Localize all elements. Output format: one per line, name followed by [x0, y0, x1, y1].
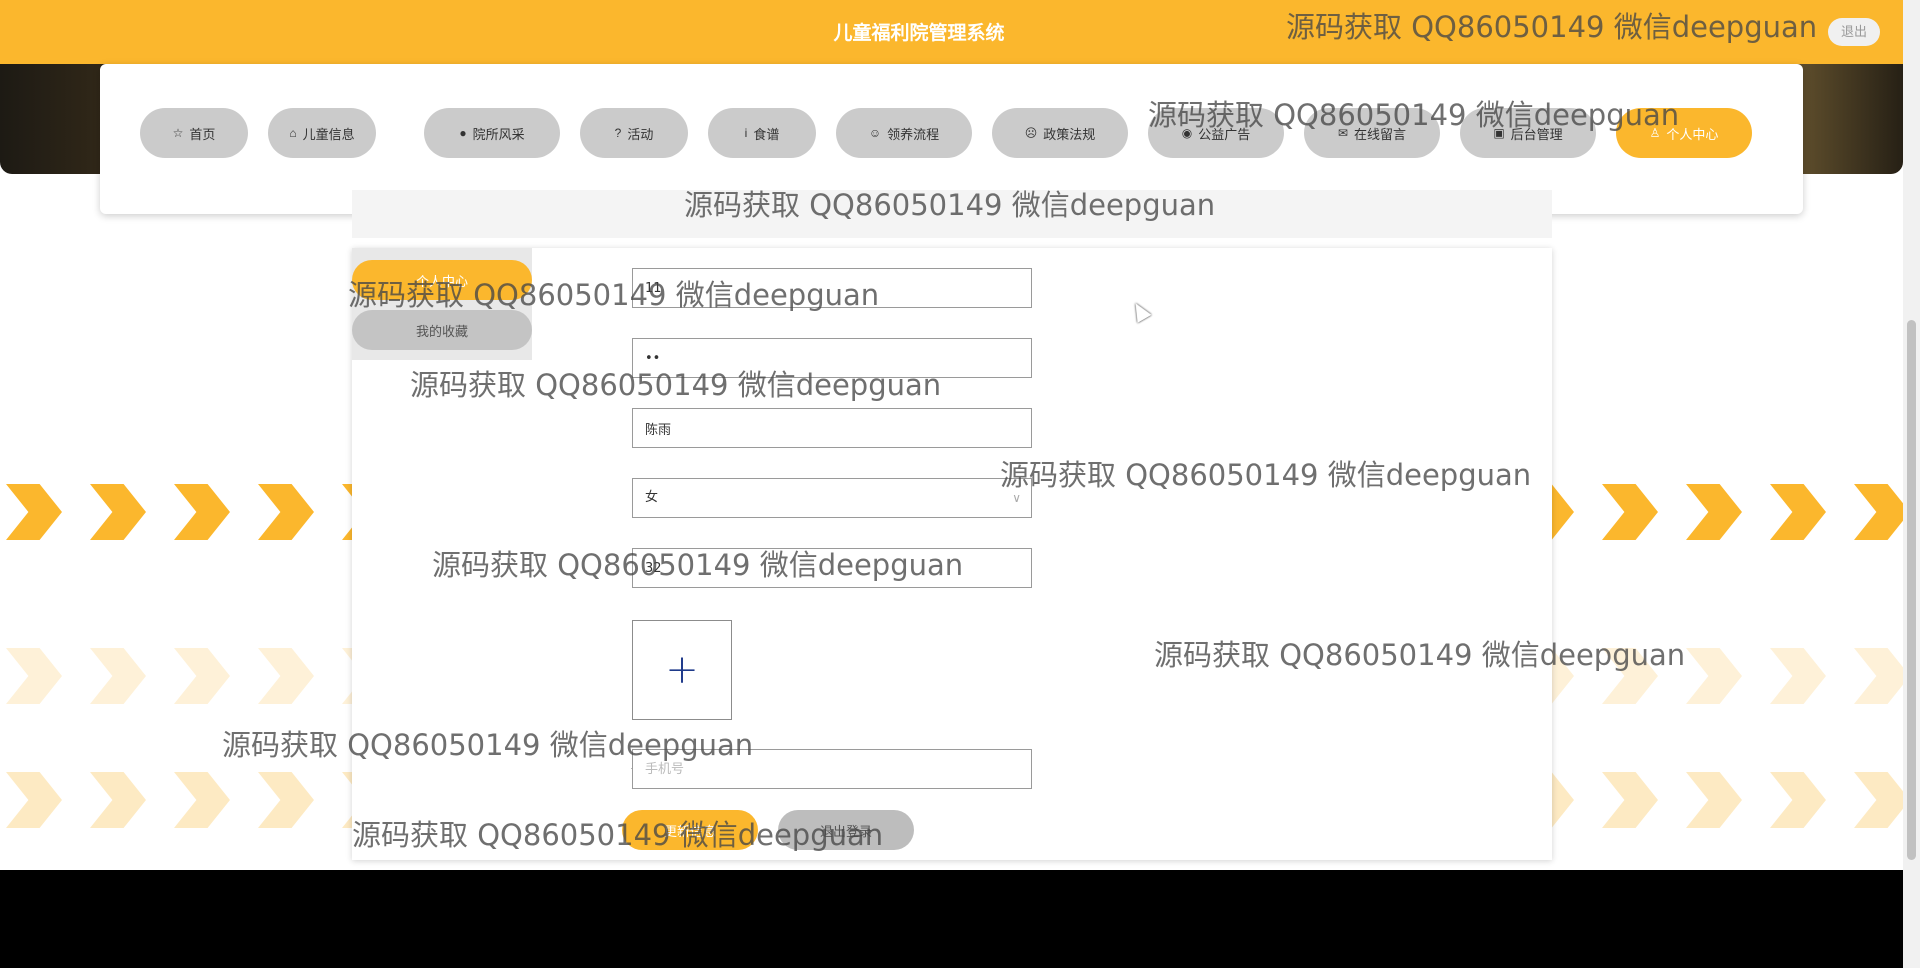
info-icon: i: [744, 126, 748, 140]
footer: [0, 870, 1903, 968]
chevron-decoration: [90, 484, 146, 540]
chevron-decoration: [90, 648, 146, 704]
building-icon: ▣: [1493, 126, 1505, 140]
side-my-favorites[interactable]: 我的收藏: [352, 310, 532, 350]
account-input[interactable]: [632, 268, 1032, 308]
smile-icon: ☺: [868, 126, 882, 140]
scrollbar[interactable]: [1903, 0, 1920, 968]
alert-icon: ●: [459, 126, 467, 140]
side-menu: 个人中心 我的收藏: [352, 248, 532, 360]
nav-recipes[interactable]: i 食谱: [708, 108, 816, 158]
chevron-decoration: [1854, 772, 1903, 828]
chevron-decoration: [1854, 648, 1903, 704]
chevron-decoration: [1854, 484, 1903, 540]
nav-adoption-process[interactable]: ☺ 领养流程: [836, 108, 972, 158]
nav-activities[interactable]: ? 活动: [580, 108, 688, 158]
nav-label: 在线留言: [1354, 126, 1407, 142]
avatar-row: 头像: [552, 620, 1032, 660]
nav-policies[interactable]: ☹ 政策法规: [992, 108, 1128, 158]
chevron-decoration: [1602, 648, 1658, 704]
chevron-decoration: [258, 772, 314, 828]
chevron-down-icon: ∨: [1012, 491, 1021, 505]
nav-label: 院所风采: [472, 126, 525, 142]
name-input[interactable]: [632, 408, 1032, 448]
frown-icon: ☹: [1024, 126, 1038, 140]
gender-value: 女: [645, 490, 659, 505]
nav-label: 公益广告: [1198, 126, 1251, 142]
nav-label: 活动: [627, 126, 654, 142]
plus-icon: +: [665, 647, 699, 693]
chevron-decoration: [1602, 772, 1658, 828]
nav-admin[interactable]: ▣ 后台管理: [1460, 108, 1596, 158]
chevron-decoration: [1686, 648, 1742, 704]
user-icon: ♙: [1649, 126, 1661, 140]
chevron-decoration: [174, 772, 230, 828]
question-icon: ?: [614, 126, 622, 140]
side-personal-center[interactable]: 个人中心: [352, 260, 532, 300]
message-icon: ✉: [1337, 126, 1349, 140]
update-info-button[interactable]: 更新信息: [622, 810, 758, 850]
nav-label: 后台管理: [1510, 126, 1563, 142]
chevron-decoration: [174, 484, 230, 540]
chevron-decoration: [1770, 648, 1826, 704]
logout-account-button[interactable]: 退出登录: [778, 810, 914, 850]
password-input[interactable]: [632, 338, 1032, 378]
camera-icon: ◉: [1181, 126, 1193, 140]
chevron-decoration: [6, 648, 62, 704]
nav-messages[interactable]: ✉ 在线留言: [1304, 108, 1440, 158]
chevron-decoration: [6, 484, 62, 540]
nav-personal-center[interactable]: ♙ 个人中心: [1616, 108, 1752, 158]
logout-button[interactable]: 退出: [1828, 18, 1880, 46]
chevron-decoration: [1602, 484, 1658, 540]
nav-label: 食谱: [753, 126, 780, 142]
nav-label: 政策法规: [1043, 126, 1096, 142]
nav-label: 领养流程: [887, 126, 940, 142]
chevron-decoration: [174, 648, 230, 704]
page-heading-strip: [352, 190, 1552, 238]
chevron-decoration: [1686, 772, 1742, 828]
chevron-decoration: [6, 772, 62, 828]
nav-label: 儿童信息: [302, 126, 355, 142]
age-input[interactable]: [632, 548, 1032, 588]
chevron-decoration: [1770, 484, 1826, 540]
chevron-decoration: [258, 648, 314, 704]
phone-input[interactable]: [632, 749, 1032, 789]
profile-card: 个人中心 我的收藏 *账号 *密码 *姓名 性别 女 ∨ 年龄 头像 + 手机号…: [352, 248, 1552, 860]
nav-label: 个人中心: [1666, 126, 1719, 142]
gender-select[interactable]: 女 ∨: [632, 478, 1032, 518]
system-title: 儿童福利院管理系统: [833, 22, 1005, 44]
nav-home[interactable]: ☆ 首页: [140, 108, 248, 158]
nav-children-info[interactable]: ⌂ 儿童信息: [268, 108, 376, 158]
chevron-decoration: [258, 484, 314, 540]
nav-label: 首页: [189, 126, 216, 142]
avatar-upload[interactable]: +: [632, 620, 732, 720]
nav-institution-style[interactable]: ● 院所风采: [424, 108, 560, 158]
scrollbar-thumb[interactable]: [1907, 320, 1916, 860]
bag-icon: ⌂: [289, 126, 297, 140]
chevron-decoration: [1686, 484, 1742, 540]
chevron-decoration: [1770, 772, 1826, 828]
nav-public-ads[interactable]: ◉ 公益广告: [1148, 108, 1284, 158]
star-icon: ☆: [172, 126, 184, 140]
chevron-decoration: [90, 772, 146, 828]
